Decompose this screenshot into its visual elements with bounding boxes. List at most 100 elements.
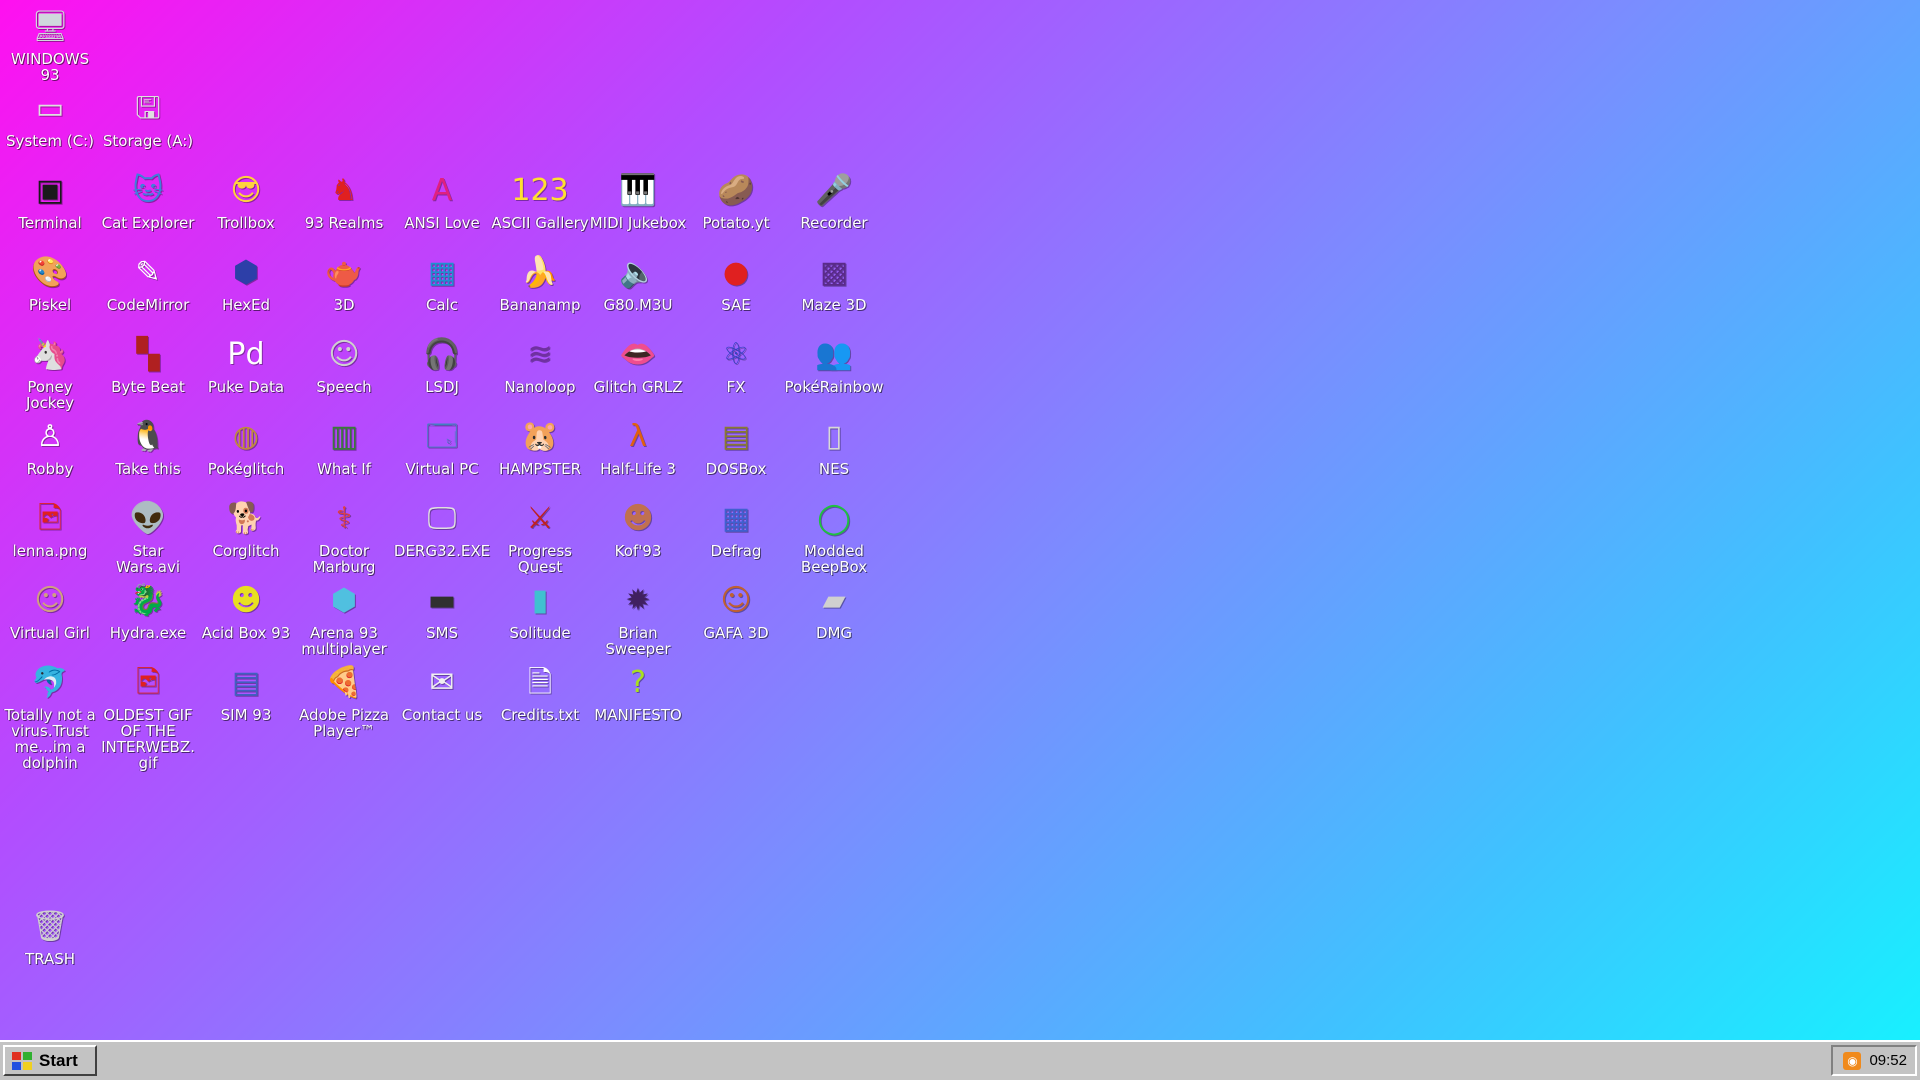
desktop-icon-lips[interactable]: 👄 Glitch GRLZ [589, 333, 687, 395]
desktop-icon-hydra[interactable]: 🐉 Hydra.exe [99, 579, 197, 641]
desktop-icon-lsdj[interactable]: 🎧 LSDJ [393, 333, 491, 395]
floppy-drive-icon: 🖫 [135, 91, 161, 126]
desktop-icon-bytebeat[interactable]: ▚ Byte Beat [99, 333, 197, 395]
desktop-icon-pizza[interactable]: 🍕 Adobe Pizza Player™ [295, 661, 393, 739]
desktop-icon-hamster[interactable]: 🐹 HAMPSTER [491, 415, 589, 477]
desktop-icon-label: OLDEST GIF OF THE INTERWEBZ. gif [101, 706, 195, 772]
nanoloop-icon: ≋ [527, 337, 553, 372]
desktop-icon-derg[interactable]: 🖵 DERG32.EXE [393, 497, 491, 559]
desktop-icon-dmg[interactable]: ▰ DMG [785, 579, 883, 641]
desktop-icon-label: Speech [316, 378, 372, 396]
desktop-icon-label: MANIFESTO [594, 706, 682, 724]
desktop-icon-label: DOSBox [705, 460, 767, 478]
hydra-icon: 🐉 [129, 583, 167, 618]
rss-icon[interactable]: ◉ [1843, 1051, 1862, 1070]
desktop-icon-corgi[interactable]: 🐕 Corglitch [197, 497, 295, 559]
desktop-icon-floppy-drive[interactable]: 🖫 Storage (A:) [99, 87, 197, 149]
desktop-icon-gafa-face[interactable]: ☺ GAFA 3D [687, 579, 785, 641]
desktop-icon-image-file[interactable]: 🖻 lenna.png [1, 497, 99, 559]
desktop-icon-label: Virtual Girl [10, 624, 90, 642]
desktop-icon-label: DMG [815, 624, 853, 642]
desktop-icon-teapot[interactable]: 🫖 3D [295, 251, 393, 313]
dosbox-icon: ▤ [721, 419, 751, 454]
desktop-icon-calculator[interactable]: ▦ Calc [393, 251, 491, 313]
desktop-icon-text-file[interactable]: 🗎 Credits.txt [491, 661, 589, 723]
desktop-icon-smiley[interactable]: ☻ Acid Box 93 [197, 579, 295, 641]
desktop-icon-virtual-pc[interactable]: 🗔 Virtual PC [393, 415, 491, 477]
desktop-icon-defrag[interactable]: ▦ Defrag [687, 497, 785, 559]
desktop-icon-virtual-girl[interactable]: ☺ Virtual Girl [1, 579, 99, 641]
desktop-icon-doctor[interactable]: ⚕ Doctor Marburg [295, 497, 393, 575]
desktop-icon-pd[interactable]: Pd Puke Data [197, 333, 295, 395]
desktop-icon-contact[interactable]: ✉ Contact us [393, 661, 491, 723]
desktop-icon-terminal[interactable]: ▣ Terminal [1, 169, 99, 231]
desktop-icon-sim[interactable]: ▤ SIM 93 [197, 661, 295, 723]
trash-icon: 🗑 [30, 909, 70, 944]
desktop-icon-label: Terminal [18, 214, 82, 232]
desktop-icon-cat-globe[interactable]: 🐱 Cat Explorer [99, 169, 197, 231]
desktop-icon-codemirror[interactable]: ✎ CodeMirror [99, 251, 197, 313]
desktop-icon-what-if[interactable]: ▥ What If [295, 415, 393, 477]
desktop-icon-label: TRASH [24, 950, 76, 968]
desktop-icon-hexagon[interactable]: ⬢ HexEd [197, 251, 295, 313]
desktop-icon-ansi[interactable]: A ANSI Love [393, 169, 491, 231]
desktop-icon-label: WINDOWS 93 [10, 50, 90, 84]
desktop-icon-kof[interactable]: ☻ Kof'93 [589, 497, 687, 559]
microphone-icon: 🎤 [815, 173, 853, 208]
desktop-icon-realms[interactable]: ♞ 93 Realms [295, 169, 393, 231]
desktop-icon-microphone[interactable]: 🎤 Recorder [785, 169, 883, 231]
desktop-icon-banana[interactable]: 🍌 Bananamp [491, 251, 589, 313]
desktop-icon-label: Corglitch [212, 542, 280, 560]
desktop-icon-computer[interactable]: 🖥 WINDOWS 93 [1, 5, 99, 83]
desktop-icon-mine[interactable]: ✹ Brian Sweeper [589, 579, 687, 657]
desktop-icon-pokerainbow[interactable]: 👥 PokéRainbow [784, 333, 884, 396]
desktop-icon-solitude[interactable]: ▮ Solitude [491, 579, 589, 641]
question-icon: ? [630, 665, 646, 700]
virtual-girl-icon: ☺ [34, 583, 66, 618]
desktop-icon-take-this[interactable]: 🐧 Take this [99, 415, 197, 477]
contact-icon: ✉ [429, 665, 455, 700]
audio-file-icon: 🔈 [619, 255, 657, 290]
desktop-icon-piano[interactable]: 🎹 MIDI Jukebox [589, 169, 687, 231]
trollbox-icon: 😎 [230, 173, 262, 208]
desktop-icon-dolphin[interactable]: 🐬 Totally not a virus.Trust me...im a dol… [1, 661, 99, 771]
desktop: 🖥 WINDOWS 93 ▭ System (C:) 🖫 Storage (A:) ▣ Ter… [0, 0, 1920, 1040]
desktop-icon-drive[interactable]: ▭ System (C:) [1, 87, 99, 149]
desktop-icon-nes[interactable]: ▯ NES [785, 415, 883, 477]
beepbox-icon: ◯ [817, 501, 851, 536]
desktop-icon-swords[interactable]: ⚔ Progress Quest [491, 497, 589, 575]
desktop-icon-beepbox[interactable]: ◯ Modded BeepBox [785, 497, 883, 575]
start-button[interactable]: Start [3, 1045, 97, 1076]
desktop-icon-label: Take this [115, 460, 181, 478]
desktop-icon-potato[interactable]: 🥔 Potato.yt [687, 169, 785, 231]
desktop-icon-yoda[interactable]: 👽 Star Wars.avi [99, 497, 197, 575]
realms-icon: ♞ [330, 173, 358, 208]
desktop-icon-atom[interactable]: ⚛ FX [687, 333, 785, 395]
desktop-icon-lambda[interactable]: λ Half-Life 3 [589, 415, 687, 477]
desktop-icon-audio-file[interactable]: 🔈 G80.M3U [589, 251, 687, 313]
desktop-icon-amiga-ball[interactable]: ● SAE [687, 251, 785, 313]
desktop-icon-palette[interactable]: 🎨 Piskel [1, 251, 99, 313]
desktop-icon-label: MIDI Jukebox [589, 214, 687, 232]
desktop-icon-pokeglitch[interactable]: ◍ Pokéglitch [197, 415, 295, 477]
desktop-icon-trollbox[interactable]: 😎 Trollbox [197, 169, 295, 231]
desktop-icon-nanoloop[interactable]: ≋ Nanoloop [491, 333, 589, 395]
dolphin-icon: 🐬 [31, 665, 69, 700]
desktop-icon-speech-face[interactable]: ☺ Speech [295, 333, 393, 395]
lsdj-icon: 🎧 [423, 337, 461, 372]
desktop-icon-label: PokéRainbow [784, 378, 884, 396]
robby-icon: ♙ [36, 419, 64, 454]
desktop-icon-pony[interactable]: 🦄 Poney Jockey [1, 333, 99, 411]
desktop-icon-question[interactable]: ? MANIFESTO [589, 661, 687, 723]
desktop-icon-cube[interactable]: ⬢ Arena 93 multiplayer [295, 579, 393, 657]
desktop-icon-dosbox[interactable]: ▤ DOSBox [687, 415, 785, 477]
desktop-icon-ascii-gallery[interactable]: 123 ASCII Gallery [491, 169, 589, 231]
desktop-icon-maze[interactable]: ▩ Maze 3D [785, 251, 883, 313]
desktop-icon-trash[interactable]: 🗑 TRASH [1, 905, 99, 967]
desktop-icon-sms-console[interactable]: ▬ SMS [393, 579, 491, 641]
doctor-icon: ⚕ [335, 501, 353, 536]
desktop-icon-gif-file[interactable]: 🖻 OLDEST GIF OF THE INTERWEBZ. gif [99, 661, 197, 771]
desktop-icon-robby[interactable]: ♙ Robby [1, 415, 99, 477]
what-if-icon: ▥ [329, 419, 359, 454]
hamster-icon: 🐹 [521, 419, 559, 454]
